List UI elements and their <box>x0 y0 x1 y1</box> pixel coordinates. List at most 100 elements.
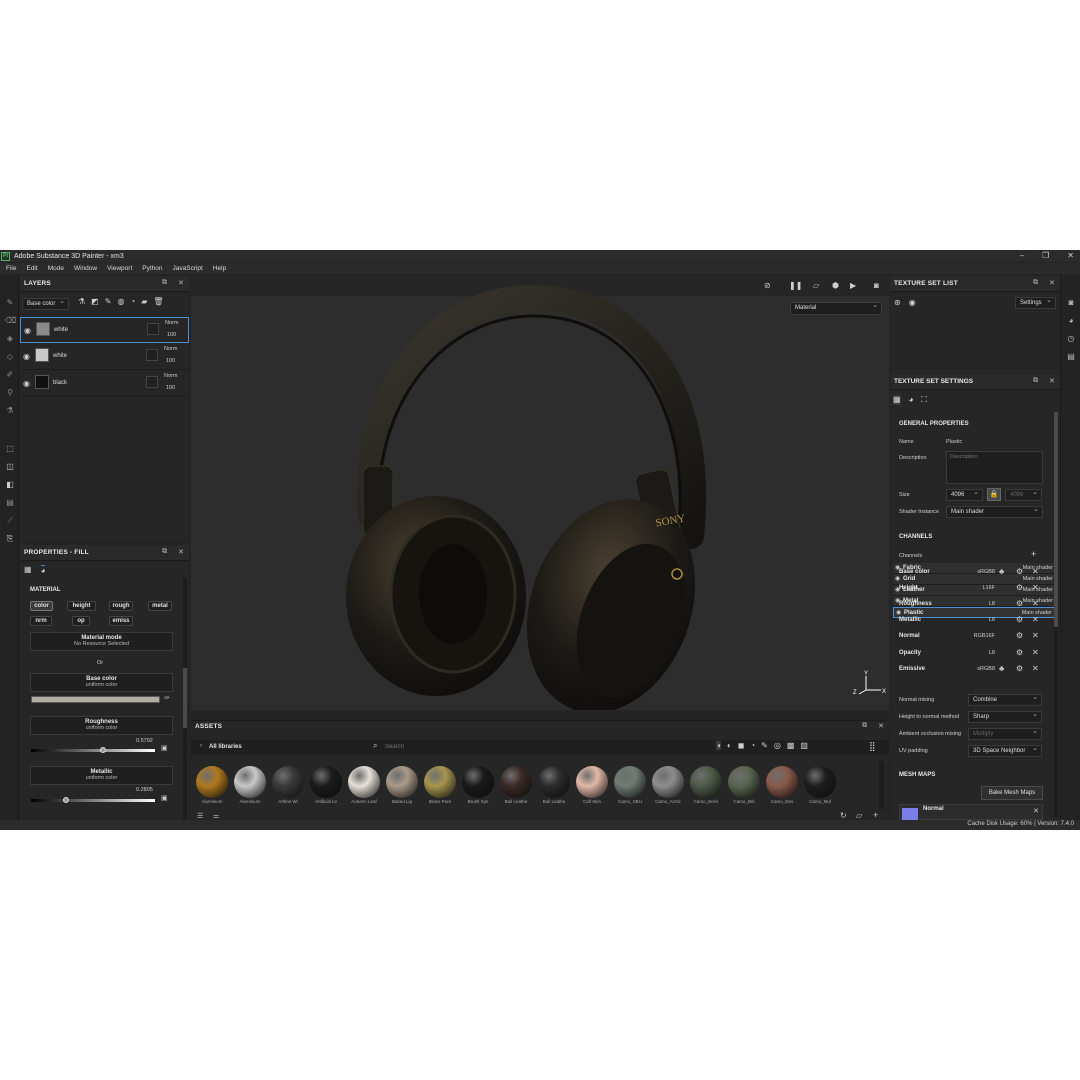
normal-mixing-select[interactable]: Combine <box>968 693 1042 706</box>
filter-smart-masks-icon[interactable]: ◔ <box>750 741 755 750</box>
filter-particles-icon[interactable]: ◎ <box>774 741 781 750</box>
asset-thumbnail[interactable] <box>424 766 456 798</box>
asset-thumbnail[interactable] <box>728 766 760 798</box>
base-color-box[interactable]: Base color uniform color <box>30 673 173 692</box>
add-paint-layer-icon[interactable]: ✎ <box>105 297 112 306</box>
chip-nrm[interactable]: nrm <box>30 616 52 626</box>
add-folder-icon[interactable]: ▰ <box>141 297 147 306</box>
polygon-fill-icon[interactable]: ◧ <box>5 480 15 490</box>
add-smart-material-icon[interactable]: ◔ <box>130 297 135 306</box>
eraser-icon[interactable]: ⌫ <box>5 316 16 326</box>
visibility-eye-icon[interactable]: ◉ <box>23 352 30 361</box>
remove-channel-icon[interactable]: ✕ <box>1032 599 1039 608</box>
layer-opacity[interactable]: 100 <box>166 385 175 391</box>
channel-settings-icon[interactable]: ⚙ <box>1016 599 1023 608</box>
geometry-fill-icon[interactable]: ◇ <box>5 352 15 362</box>
remove-channel-icon[interactable]: ✕ <box>1032 648 1039 657</box>
add-effect-icon[interactable]: ⚗ <box>78 297 85 306</box>
expand-chevron-icon[interactable]: › <box>200 743 202 749</box>
material-picker-icon[interactable]: ◫ <box>5 462 15 472</box>
log-icon[interactable]: ▤ <box>1066 352 1076 361</box>
chip-metal[interactable]: metal <box>148 601 172 611</box>
remove-channel-icon[interactable]: ✕ <box>1032 583 1039 592</box>
refresh-icon[interactable]: ↻ <box>840 811 847 820</box>
maximize-button[interactable]: ❐ <box>1042 250 1049 262</box>
filter-brushes-icon[interactable]: ✎ <box>761 741 768 750</box>
add-asset-icon[interactable]: + <box>873 810 878 820</box>
remove-channel-icon[interactable]: ✕ <box>1032 567 1039 576</box>
description-field[interactable] <box>946 451 1043 484</box>
menu-edit[interactable]: Edit <box>26 265 37 272</box>
asset-thumbnail[interactable] <box>766 766 798 798</box>
chip-op[interactable]: op <box>72 616 90 626</box>
eyedropper-icon[interactable]: ✑ <box>164 694 170 702</box>
uv-padding-select[interactable]: 3D Space Neighbor <box>968 744 1042 757</box>
name-value[interactable]: Plastic <box>946 439 962 445</box>
channel-settings-icon[interactable]: ⚙ <box>1016 664 1023 673</box>
asset-thumbnail[interactable] <box>804 766 836 798</box>
add-channel-icon[interactable]: + <box>1031 549 1036 559</box>
channel-format[interactable]: L8 <box>989 617 995 623</box>
metallic-slider[interactable] <box>31 797 155 803</box>
layer-row[interactable]: ◉ black Norm 100 <box>20 371 189 397</box>
color-picker-icon[interactable]: ⚗ <box>5 406 15 416</box>
color-profile-icon[interactable]: ♣ <box>999 664 1004 673</box>
chip-rough[interactable]: rough <box>109 601 133 611</box>
asset-thumbnail[interactable] <box>462 766 494 798</box>
channel-settings-icon[interactable]: ⚙ <box>1016 615 1023 624</box>
asset-thumbnail[interactable] <box>690 766 722 798</box>
remove-channel-icon[interactable]: ✕ <box>1032 664 1039 673</box>
channel-format[interactable]: L8 <box>989 650 995 656</box>
channel-settings-icon[interactable]: ⚙ <box>1016 583 1023 592</box>
visibility-eye-icon[interactable]: ◉ <box>24 326 31 335</box>
asset-thumbnail[interactable] <box>272 766 304 798</box>
new-folder-icon[interactable]: ▱ <box>856 811 862 820</box>
close-panel-icon[interactable]: ✕ <box>178 279 184 287</box>
smudge-icon[interactable]: ✐ <box>5 370 15 380</box>
settings-scrollbar[interactable] <box>1054 412 1058 817</box>
height-normal-select[interactable]: Sharp <box>968 710 1042 723</box>
roughness-box[interactable]: Roughness uniform color <box>30 716 173 735</box>
library-selector[interactable]: All libraries <box>209 744 242 750</box>
layer-mask-thumbnail[interactable] <box>146 349 158 361</box>
shader-instance-select[interactable]: Main shader <box>946 505 1043 518</box>
paint-brush-icon[interactable]: ✎ <box>5 298 15 308</box>
texture-set-list-icon[interactable]: ◙ <box>1066 298 1076 307</box>
channel-select[interactable]: Base color <box>22 297 69 310</box>
close-panel-icon[interactable]: ✕ <box>878 722 884 730</box>
texture-set-settings-select[interactable]: Settings <box>1015 296 1056 309</box>
undock-icon[interactable]: ⧉ <box>162 279 167 287</box>
menu-file[interactable]: File <box>6 265 16 272</box>
viewport[interactable]: ⊘ ❚❚ ▱ ⬢ ▶ ◙ Material ⌄ SONY Y Z X <box>191 276 889 710</box>
layer-row[interactable]: ◉ white Norm 100 <box>20 317 189 343</box>
layer-mask-thumbnail[interactable] <box>147 323 159 335</box>
assets-scrollbar[interactable] <box>879 761 884 809</box>
path-icon[interactable]: ⟋ <box>5 516 15 526</box>
channel-settings-icon[interactable]: ⚙ <box>1016 631 1023 640</box>
properties-scrollbar[interactable] <box>183 578 187 821</box>
color-profile-icon[interactable]: ♣ <box>999 567 1004 576</box>
bake-mesh-maps-button[interactable]: Bake Mesh Maps <box>981 786 1043 800</box>
add-fill-layer-icon[interactable]: ◍ <box>117 297 124 306</box>
filter-smart-materials-icon[interactable]: ◐ <box>727 741 732 750</box>
measure-icon[interactable]: ▤ <box>5 498 15 508</box>
remove-mesh-map-icon[interactable]: ✕ <box>1033 807 1039 815</box>
menu-window[interactable]: Window <box>74 265 97 272</box>
texture-input-icon[interactable]: ▣ <box>161 744 168 752</box>
metallic-box[interactable]: Metallic uniform color <box>30 766 173 785</box>
filter-textures-icon[interactable]: ◼ <box>738 741 745 750</box>
layer-row[interactable]: ◉ white Norm 100 <box>20 344 189 370</box>
layer-properties-tab-icon[interactable]: ▦ <box>24 565 32 575</box>
asset-thumbnail[interactable] <box>234 766 266 798</box>
remove-channel-icon[interactable]: ✕ <box>1032 631 1039 640</box>
settings-tab-icon[interactable]: ▦ <box>893 395 901 405</box>
channel-settings-icon[interactable]: ⚙ <box>1016 648 1023 657</box>
history-icon[interactable]: ◷ <box>1066 334 1076 343</box>
menu-javascript[interactable]: JavaScript <box>173 265 203 272</box>
assets-search-input[interactable] <box>385 742 705 752</box>
asset-thumbnail[interactable] <box>310 766 342 798</box>
asset-thumbnail[interactable] <box>386 766 418 798</box>
material-tab-icon[interactable]: ◕ <box>40 565 46 575</box>
channel-settings-icon[interactable]: ⚙ <box>1016 567 1023 576</box>
asset-thumbnail[interactable] <box>614 766 646 798</box>
